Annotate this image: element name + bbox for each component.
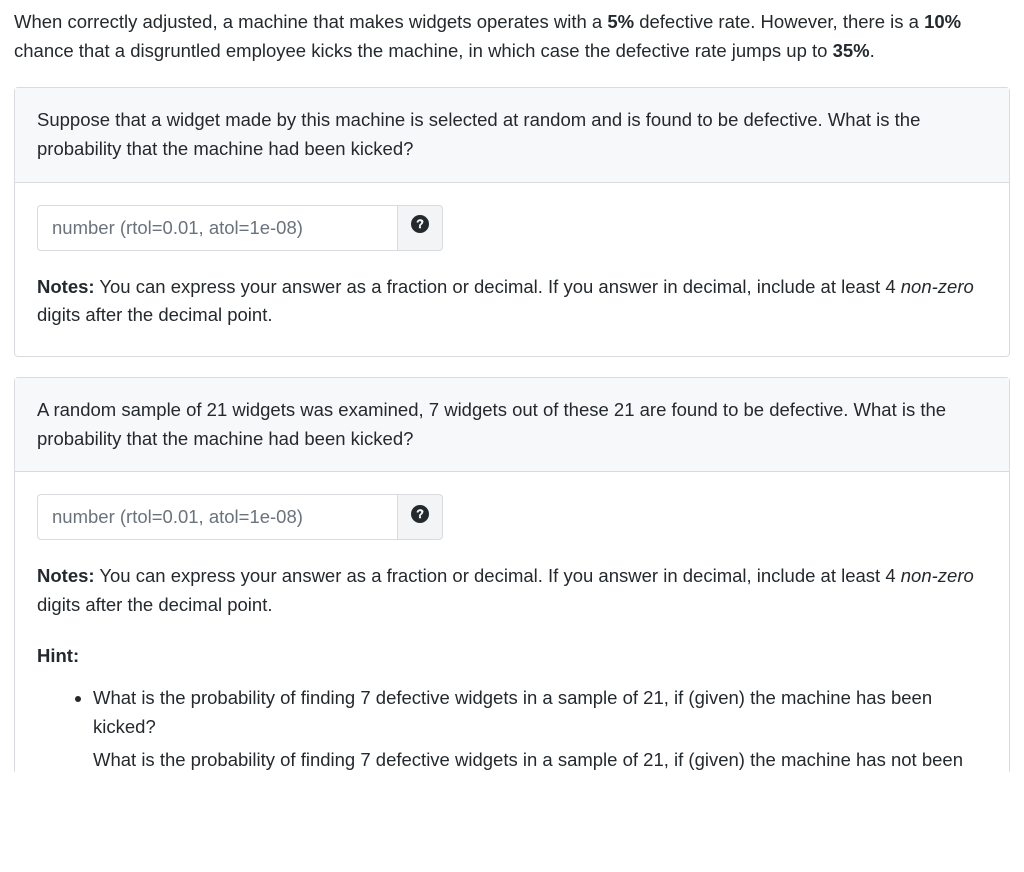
hint-item: What is the probability of finding 7 def… [93, 684, 987, 741]
answer-input-row [37, 205, 987, 251]
question-2: A random sample of 21 widgets was examin… [14, 377, 1010, 772]
question-2-prompt: A random sample of 21 widgets was examin… [15, 378, 1009, 472]
question-circle-icon [411, 213, 429, 242]
problem-intro: When correctly adjusted, a machine that … [14, 8, 1010, 65]
answer-input-1[interactable] [37, 205, 397, 251]
hint-label: Hint: [37, 642, 987, 671]
question-1: Suppose that a widget made by this machi… [14, 87, 1010, 357]
question-1-prompt: Suppose that a widget made by this machi… [15, 88, 1009, 182]
notes-2: Notes: You can express your answer as a … [37, 562, 987, 619]
notes-1: Notes: You can express your answer as a … [37, 273, 987, 330]
hint-item: What is the probability of finding 7 def… [93, 746, 987, 772]
question-circle-icon [411, 503, 429, 532]
help-button-2[interactable] [397, 494, 443, 540]
help-button-1[interactable] [397, 205, 443, 251]
hint-list: What is the probability of finding 7 def… [37, 684, 987, 771]
answer-input-2[interactable] [37, 494, 397, 540]
answer-input-row-2 [37, 494, 987, 540]
